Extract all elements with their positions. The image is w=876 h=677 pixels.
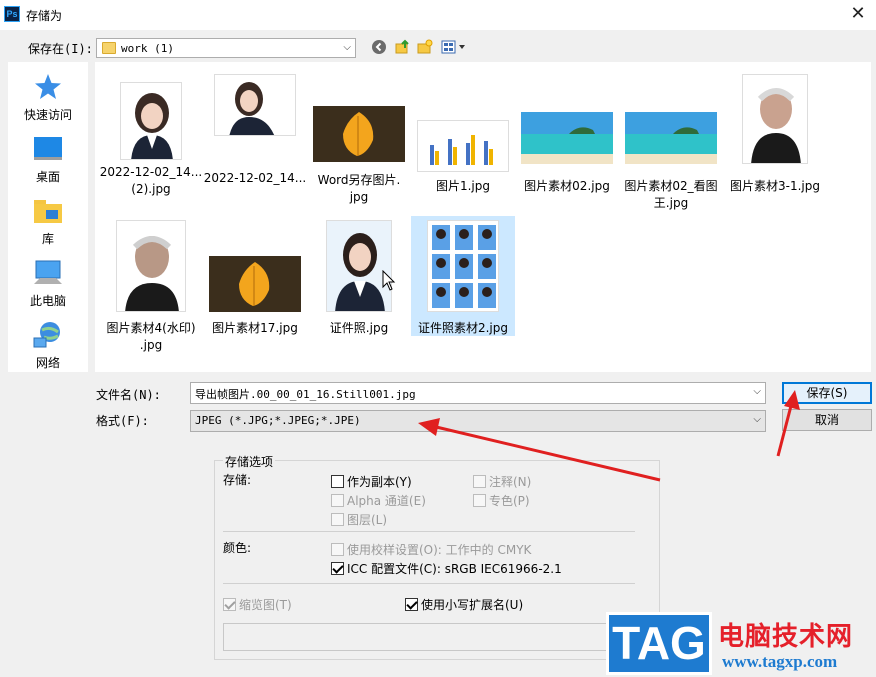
arrow-to-format [431,424,661,482]
watermark-logo: TAG 电脑技术网 www.tagxp.com [606,612,872,675]
arrow-head-save [784,390,800,410]
tag-logo: TAG [606,612,712,675]
annotation-arrows [418,390,800,482]
arrow-to-save [776,401,794,457]
watermark-url: www.tagxp.com [722,652,838,671]
watermark-site-name: 电脑技术网 [718,622,854,652]
arrow-head-format [418,418,440,436]
